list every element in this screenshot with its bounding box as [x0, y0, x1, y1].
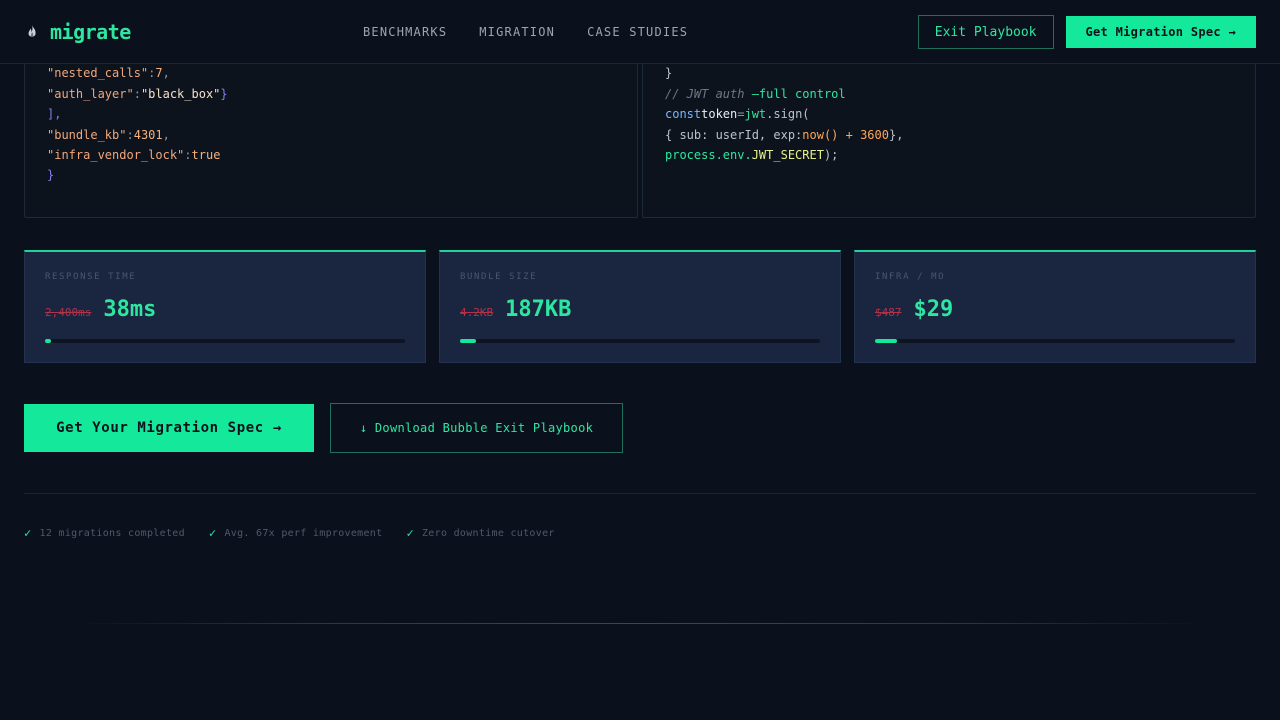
metric-new-value: 187KB: [505, 297, 572, 322]
check-icon: ✓: [208, 526, 217, 540]
fact-text: 12 migrations completed: [39, 527, 185, 539]
code-token: ,: [162, 127, 170, 142]
code-line: "auth_layer":"black_box"}: [47, 84, 615, 104]
code-token: { sub: userId, exp:: [665, 127, 803, 142]
code-line: process.env.JWT_SECRET);: [665, 145, 1233, 165]
metrics-row: RESPONSE TIME 2,400ms 38ms BUNDLE SIZE 4…: [24, 250, 1256, 363]
metric-old-value: 4.2KB: [460, 306, 494, 319]
progress-fill: [875, 339, 897, 343]
code-token: ,: [162, 66, 170, 81]
code-token: process.env.: [665, 147, 752, 162]
code-token: 4301: [133, 127, 163, 142]
code-line: { sub: userId, exp:now() + 3600},: [665, 125, 1233, 145]
logo[interactable]: migrate: [24, 20, 131, 44]
metric-new-value: $29: [913, 297, 954, 322]
code-line: ],: [47, 104, 615, 124]
code-token: JWT_SECRET: [751, 147, 824, 162]
flame-icon: [28, 24, 36, 37]
code-token: const: [665, 107, 702, 122]
code-token: 7: [155, 66, 163, 81]
fact-item: ✓ 12 migrations completed: [24, 526, 185, 540]
code-token: // JWT auth: [665, 86, 752, 101]
site-header: migrate BENCHMARKS MIGRATION CASE STUDIE…: [0, 0, 1280, 64]
metric-card-infra: INFRA / MO $487 $29: [854, 250, 1256, 363]
fact-item: ✓ Zero downtime cutover: [406, 526, 554, 540]
metric-label: RESPONSE TIME: [45, 272, 137, 282]
check-icon: ✓: [24, 526, 32, 540]
code-line: }: [665, 63, 1233, 83]
code-token: true: [191, 147, 221, 162]
progress-fill: [45, 339, 51, 343]
code-line: "infra_vendor_lock":true: [47, 145, 615, 165]
metric-card-response-time: RESPONSE TIME 2,400ms 38ms: [24, 250, 426, 363]
code-token: }: [220, 86, 228, 101]
progress-track: [875, 339, 1235, 343]
progress-fill: [460, 339, 476, 343]
code-token: jwt: [744, 107, 767, 122]
code-token: "infra_vendor_lock": [47, 147, 185, 162]
code-token: now() + 3600: [802, 127, 889, 142]
download-playbook-button[interactable]: ↓ Download Bubble Exit Playbook: [330, 403, 623, 453]
code-token: }: [47, 168, 55, 183]
exit-playbook-button[interactable]: Exit Playbook: [917, 15, 1054, 49]
code-token: ],: [47, 107, 62, 122]
decorative-glow-line: [80, 623, 1200, 624]
code-token: "bundle_kb": [47, 127, 127, 142]
fact-text: Avg. 67x perf improvement: [224, 527, 383, 539]
get-your-migration-spec-button[interactable]: Get Your Migration Spec →: [24, 404, 314, 452]
code-line: }: [47, 165, 615, 185]
code-line: // JWT auth —full control: [665, 84, 1233, 104]
metric-old-value: $487: [875, 306, 902, 319]
code-line: consttoken=jwt.sign(: [665, 104, 1233, 124]
get-migration-spec-button[interactable]: Get Migration Spec →: [1065, 16, 1256, 48]
code-token: :: [184, 147, 192, 162]
code-token: },: [888, 127, 904, 142]
metric-old-value: 2,400ms: [45, 306, 92, 319]
metric-label: BUNDLE SIZE: [460, 272, 538, 282]
divider: [24, 493, 1256, 494]
code-line: "bundle_kb":4301,: [47, 125, 615, 145]
code-token: :: [133, 86, 141, 101]
code-token: token: [701, 107, 738, 122]
nav-benchmarks[interactable]: BENCHMARKS: [363, 25, 447, 39]
progress-track: [45, 339, 405, 343]
progress-track: [460, 339, 820, 343]
main-nav: BENCHMARKS MIGRATION CASE STUDIES: [363, 0, 688, 64]
check-icon: ✓: [406, 526, 414, 540]
header-actions: Exit Playbook Get Migration Spec →: [917, 15, 1256, 49]
code-token: —full control: [751, 86, 846, 101]
code-token: "auth_layer": [47, 86, 134, 101]
fact-item: ✓ Avg. 67x perf improvement: [209, 526, 383, 540]
code-token: :: [126, 127, 134, 142]
code-token: .sign(: [766, 107, 810, 122]
metric-label: INFRA / MO: [875, 272, 946, 282]
code-line: "nested_calls":7,: [47, 63, 615, 83]
fact-text: Zero downtime cutover: [421, 527, 555, 539]
code-token: "black_box": [140, 86, 221, 101]
metric-new-value: 38ms: [103, 297, 157, 322]
metric-card-bundle-size: BUNDLE SIZE 4.2KB 187KB: [439, 250, 841, 363]
code-token: }: [665, 66, 673, 81]
trust-facts: ✓ 12 migrations completed ✓ Avg. 67x per…: [24, 526, 555, 540]
code-token: "nested_calls": [47, 66, 149, 81]
code-token: );: [823, 147, 839, 162]
nav-case-studies[interactable]: CASE STUDIES: [587, 25, 688, 39]
brand-name: migrate: [50, 19, 131, 44]
nav-migration[interactable]: MIGRATION: [479, 25, 555, 39]
